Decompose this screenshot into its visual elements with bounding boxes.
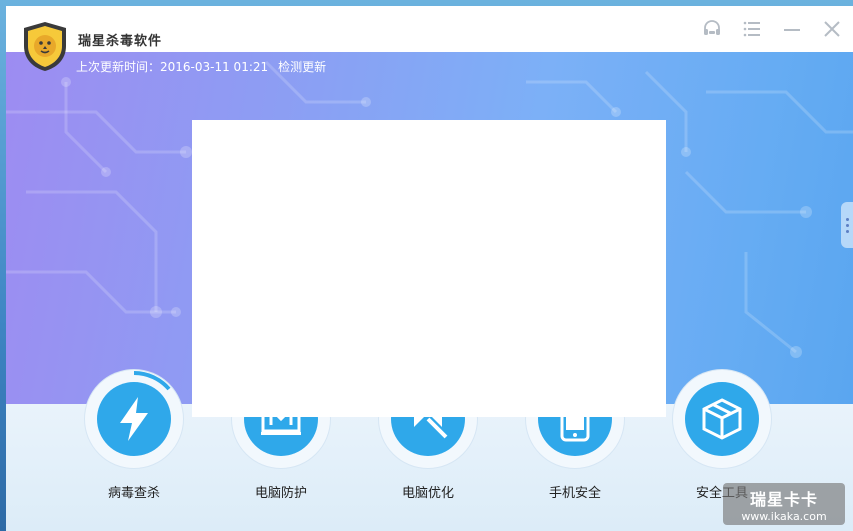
last-update-text: 上次更新时间：2016-03-11 01:21: [76, 60, 269, 74]
menu-list-icon: [743, 21, 760, 37]
tool-label: 病毒查杀: [107, 486, 160, 501]
side-panel-handle[interactable]: [841, 202, 853, 248]
tool-security-tools[interactable]: 安全工具: [667, 370, 777, 501]
tool-label: 电脑优化: [401, 486, 454, 501]
minimize-button[interactable]: [781, 18, 803, 40]
support-button[interactable]: [701, 18, 723, 40]
lion-logo-icon: [24, 22, 66, 71]
window-controls: [701, 18, 843, 40]
close-icon: [824, 21, 840, 37]
title-bar[interactable]: 瑞星杀毒软件: [6, 6, 853, 52]
box-icon: [702, 398, 742, 440]
tool-circle: [673, 370, 771, 468]
tool-label: 手机安全: [548, 486, 601, 501]
app-title: 瑞星杀毒软件: [78, 34, 163, 49]
tool-virus-scan[interactable]: 病毒查杀: [79, 370, 189, 501]
scan-progress-ring: [133, 370, 171, 391]
handle-dot: [845, 217, 849, 221]
tool-inner-circle: [685, 382, 759, 456]
update-bar: 上次更新时间：2016-03-11 01:21 检测更新: [76, 58, 326, 75]
handle-dot: [845, 223, 849, 227]
check-update-link[interactable]: 检测更新: [278, 58, 326, 75]
tool-circle: [85, 370, 183, 468]
center-panel: [192, 120, 666, 417]
tool-label: 电脑防护: [254, 486, 307, 501]
menu-button[interactable]: [741, 18, 763, 40]
minimize-icon: [784, 29, 800, 31]
handle-dot: [845, 229, 849, 233]
watermark-badge: 瑞星卡卡 www.ikaka.com: [723, 483, 845, 525]
watermark-url: www.ikaka.com: [741, 510, 827, 523]
headset-icon: [704, 20, 720, 35]
app-window: 瑞星杀毒软件 上次更新时间：2016-03-11 01:21 检测更新 病毒查杀…: [6, 6, 853, 531]
close-button[interactable]: [821, 18, 843, 40]
watermark-brand: 瑞星卡卡: [749, 490, 818, 509]
